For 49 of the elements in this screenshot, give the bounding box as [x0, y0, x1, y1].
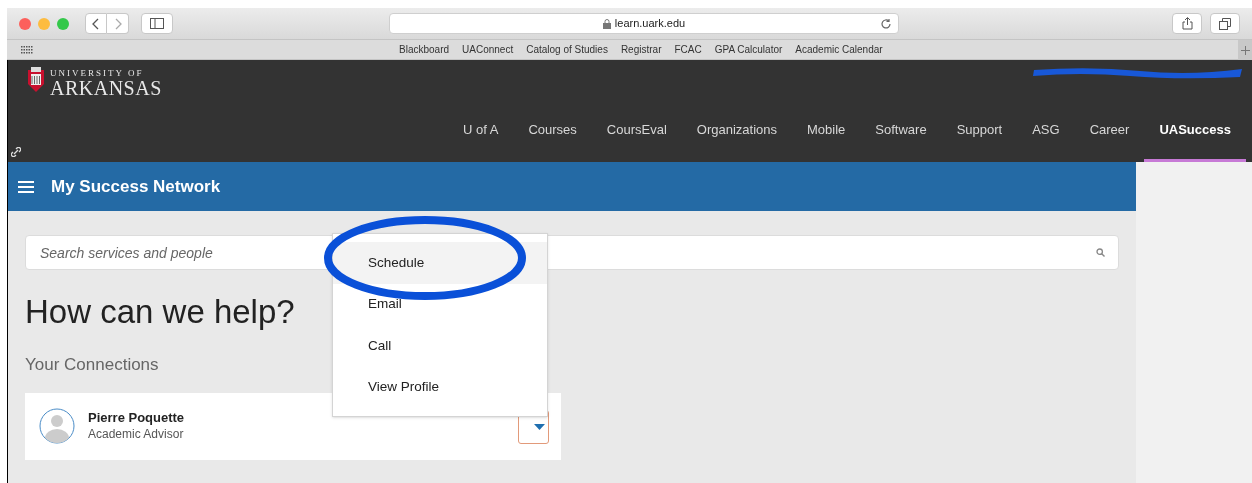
menu-item[interactable]: View Profile	[333, 366, 547, 408]
nav-link[interactable]: Software	[860, 100, 942, 162]
shield-logo-icon	[26, 66, 46, 94]
tabs-icon	[1219, 17, 1231, 30]
nav-link[interactable]: U of A	[448, 100, 514, 162]
menu-item[interactable]: Call	[333, 325, 547, 367]
bookmark-link[interactable]: FCAC	[674, 42, 702, 57]
nav-link[interactable]: Courses	[513, 100, 592, 162]
nav-link[interactable]: CoursEval	[591, 100, 682, 162]
app-title: My Success Network	[51, 175, 221, 198]
reload-icon[interactable]	[880, 17, 892, 30]
page-heading: How can we help?	[25, 295, 295, 328]
address-text: learn.uark.edu	[614, 16, 686, 32]
back-button[interactable]	[85, 13, 107, 34]
chevron-left-icon	[92, 17, 100, 30]
bookmark-link[interactable]: UAConnect	[462, 42, 514, 57]
connection-name: Pierre Poquette	[88, 410, 185, 427]
bookmark-link[interactable]: Registrar	[620, 42, 662, 57]
section-label: Your Connections	[25, 354, 160, 376]
sidebar-icon	[150, 18, 164, 29]
avatar-icon	[39, 408, 75, 444]
bookmark-link[interactable]: Blackboard	[399, 42, 450, 57]
search-icon[interactable]	[1096, 248, 1105, 257]
nav-link[interactable]: Organizations	[681, 100, 793, 162]
nav-link[interactable]: Support	[941, 100, 1018, 162]
bookmark-link[interactable]: GPA Calculator	[714, 42, 783, 57]
address-bar[interactable]: learn.uark.edu	[389, 13, 899, 34]
chevron-right-icon	[113, 17, 122, 30]
bookmark-link[interactable]: Academic Calendar	[795, 42, 883, 57]
logo-text: ARKANSAS	[50, 78, 162, 98]
nav-link[interactable]: Mobile	[792, 100, 861, 162]
connection-role: Academic Advisor	[88, 426, 185, 442]
nav-link[interactable]: ASG	[1017, 100, 1075, 162]
logo-text: UNIVERSITY OF	[50, 69, 145, 78]
bookmark-link[interactable]: Catalog of Studies	[526, 42, 608, 57]
menu-icon[interactable]	[18, 180, 34, 193]
share-button[interactable]	[1172, 13, 1202, 34]
tabs-button[interactable]	[1210, 13, 1240, 34]
nav-link[interactable]: Career	[1074, 100, 1145, 162]
menu-item[interactable]: Schedule	[333, 242, 547, 284]
link-icon[interactable]	[11, 147, 21, 157]
grid-icon[interactable]	[21, 45, 33, 54]
sidebar-button[interactable]	[141, 13, 173, 34]
caret-icon	[534, 423, 545, 430]
lock-icon	[602, 18, 611, 29]
new-tab-icon[interactable]	[1238, 40, 1252, 60]
share-icon	[1181, 17, 1193, 30]
menu-item[interactable]: Email	[333, 283, 547, 325]
close-icon[interactable]	[19, 17, 31, 30]
